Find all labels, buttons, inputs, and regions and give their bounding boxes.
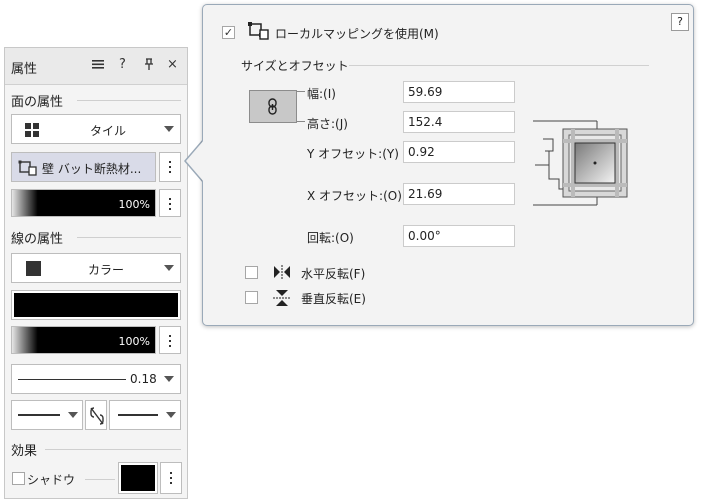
rotation-input[interactable]: 0.00° — [403, 225, 515, 247]
line-preview — [18, 379, 126, 380]
height-input[interactable]: 152.4 — [403, 111, 515, 133]
line-type-value: カラー — [88, 263, 125, 277]
rotation-label: 回転:(O) — [307, 231, 354, 245]
tile-icon — [24, 122, 40, 141]
x-offset-input[interactable]: 21.69 — [403, 183, 515, 205]
chevron-down-icon — [68, 412, 78, 418]
width-input[interactable]: 59.69 — [403, 81, 515, 103]
face-opacity-value: 100% — [118, 198, 150, 211]
line-opacity-more-button[interactable] — [159, 326, 181, 354]
chevron-down-icon — [164, 126, 174, 132]
help-icon[interactable]: ? — [119, 57, 126, 73]
line-opacity-slider[interactable]: 100% — [11, 326, 156, 354]
shadow-color-swatch[interactable] — [118, 462, 158, 494]
unlink-button[interactable] — [85, 400, 107, 430]
texture-mapping-icon — [247, 21, 269, 44]
fill-type-value: タイル — [90, 124, 127, 138]
close-icon[interactable]: × — [167, 57, 178, 73]
shadow-checkbox[interactable] — [12, 472, 25, 485]
size-offset-heading: サイズとオフセット — [241, 59, 349, 73]
shadow-color-fill — [121, 465, 155, 491]
color-swatch-icon — [26, 261, 41, 276]
popup-help-button[interactable]: ? — [671, 13, 689, 31]
tile-resource-button[interactable]: 壁 バット断熱材... — [11, 152, 156, 182]
line-end-preview — [118, 414, 158, 416]
divider — [45, 449, 181, 450]
line-thickness-dropdown[interactable]: 0.18 — [11, 364, 181, 394]
line-thickness-value: 0.18 — [130, 372, 157, 386]
popup-pointer-fill — [186, 140, 204, 182]
line-color-fill — [14, 293, 178, 317]
flip-vertical-checkbox[interactable] — [245, 291, 258, 304]
shadow-more-button[interactable] — [160, 462, 182, 494]
effect-section-label: 効果 — [11, 444, 38, 459]
line-color-swatch[interactable] — [11, 290, 181, 320]
more-icon — [169, 198, 171, 213]
line-opacity-value: 100% — [118, 335, 150, 348]
flip-horizontal-icon — [273, 265, 291, 282]
menu-icon[interactable] — [91, 57, 105, 76]
line-start-preview — [18, 414, 60, 416]
panel-title: 属性 — [11, 62, 38, 77]
aspect-lock-button[interactable] — [249, 90, 297, 123]
y-offset-input[interactable]: 0.92 — [403, 141, 515, 163]
tile-more-button[interactable] — [159, 152, 181, 182]
shadow-label: シャドウ — [27, 473, 76, 487]
flip-vertical-icon — [273, 289, 291, 310]
face-opacity-more-button[interactable] — [159, 189, 181, 217]
chevron-down-icon — [164, 376, 174, 382]
texture-mapping-icon — [18, 159, 38, 180]
tile-name: 壁 バット断熱材... — [42, 162, 142, 176]
width-label: 幅:(I) — [307, 87, 336, 101]
link-icon — [266, 98, 280, 119]
line-start-style-dropdown[interactable] — [11, 400, 83, 430]
face-section-label: 面の属性 — [11, 95, 64, 110]
flip-horizontal-checkbox[interactable] — [245, 266, 258, 279]
flip-horizontal-label: 水平反転(F) — [301, 267, 366, 281]
more-icon — [169, 161, 171, 176]
lock-bracket-bottom — [297, 121, 305, 122]
divider — [77, 237, 181, 238]
line-end-style-dropdown[interactable] — [109, 400, 181, 430]
use-local-mapping-label: ローカルマッピングを使用(M) — [275, 27, 439, 41]
unlink-icon — [89, 406, 105, 429]
local-mapping-popup: ? ✓ ローカルマッピングを使用(M) サイズとオフセット 幅:(I) 59.6… — [202, 4, 694, 326]
panel-header: 属性 ? × — [5, 48, 187, 85]
attributes-panel: 属性 ? × 面の属性 タイル 壁 バット断熱材... 100% 線の属性 カラ… — [4, 47, 188, 499]
flip-vertical-label: 垂直反転(E) — [301, 292, 366, 306]
lock-bracket-top — [297, 91, 305, 92]
use-local-mapping-checkbox[interactable]: ✓ — [222, 26, 235, 39]
offset-diagram-icon — [533, 120, 628, 206]
divider — [85, 479, 115, 480]
more-icon — [169, 335, 171, 350]
fill-type-dropdown[interactable]: タイル — [11, 114, 181, 144]
chevron-down-icon — [164, 265, 174, 271]
pin-icon[interactable] — [143, 57, 155, 76]
x-offset-label: X オフセット:(O) — [307, 189, 402, 203]
divider — [349, 65, 649, 66]
face-opacity-slider[interactable]: 100% — [11, 189, 156, 217]
more-icon — [170, 472, 172, 487]
line-section-label: 線の属性 — [11, 232, 64, 247]
divider — [77, 100, 181, 101]
y-offset-label: Y オフセット:(Y) — [307, 147, 399, 161]
line-type-dropdown[interactable]: カラー — [11, 253, 181, 283]
chevron-down-icon — [166, 412, 176, 418]
height-label: 高さ:(J) — [307, 117, 348, 131]
